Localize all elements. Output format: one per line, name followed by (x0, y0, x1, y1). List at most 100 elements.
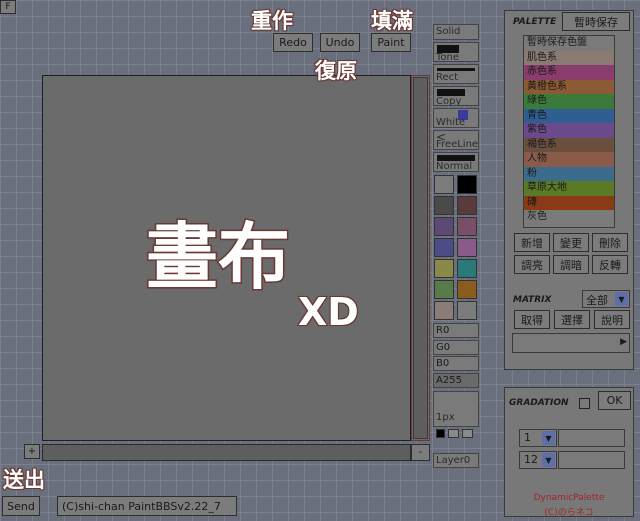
palette-item[interactable]: 人物 (524, 152, 614, 167)
file-button[interactable]: F (0, 0, 16, 14)
annotation-undo: 復原 (314, 58, 358, 84)
gradation-bar-1[interactable] (558, 429, 625, 447)
mask-gray[interactable] (448, 429, 459, 438)
vertical-scroll-thumb[interactable] (413, 77, 428, 439)
freeline-tool[interactable]: < FreeLine (433, 130, 479, 150)
color-swatch[interactable] (457, 259, 477, 278)
palette-item[interactable]: 灰色 (524, 210, 614, 225)
color-swatch[interactable] (457, 238, 477, 257)
undo-button[interactable]: Undo (320, 33, 360, 52)
layer-label: Layer0 (436, 455, 471, 466)
palette-action-button[interactable]: 調暗 (553, 255, 589, 274)
gradation-title: GRADATION (509, 398, 569, 408)
color-swatch[interactable] (457, 196, 477, 215)
gradation-select-2[interactable]: 12 ▼ (519, 451, 557, 469)
gradation-ok-button[interactable]: OK (598, 391, 631, 410)
palette-item[interactable]: 暫時保存色盤 (524, 36, 614, 51)
rect-tool-label: Rect (436, 72, 459, 83)
color-swatch[interactable] (457, 175, 477, 194)
annotation-fill: 填滿 (370, 8, 414, 34)
pen-size-label: 1px (436, 412, 455, 423)
annotation-redo: 重作 (250, 8, 294, 34)
matrix-scrollbar[interactable]: ▶ (512, 333, 630, 353)
gradation-checkbox[interactable] (579, 398, 590, 409)
white-tool-label: White (436, 117, 466, 128)
matrix-action-button[interactable]: 取得 (514, 310, 550, 329)
palette-item[interactable]: 磚 (524, 195, 614, 210)
matrix-select[interactable]: 全部 ▼ (582, 290, 630, 308)
alpha-slider[interactable]: A255 (433, 373, 479, 388)
color-swatch[interactable] (434, 259, 454, 278)
footer-line2: (C)のらネコ (544, 508, 594, 518)
color-swatch[interactable] (434, 196, 454, 215)
chevron-down-icon: ▼ (542, 453, 555, 467)
freeline-tool-label: FreeLine (436, 139, 479, 150)
color-swatch[interactable] (457, 301, 477, 320)
palette-item[interactable]: 紫色 (524, 123, 614, 138)
palette-item[interactable]: 褐色系 (524, 137, 614, 152)
palette-title: PALETTE (513, 17, 557, 27)
rect-tool[interactable]: Rect (433, 64, 479, 84)
color-swatch[interactable] (457, 217, 477, 236)
color-swatch[interactable] (457, 280, 477, 299)
palette-item[interactable]: 綠色 (524, 94, 614, 109)
pen-tone-label: Tone (436, 52, 460, 62)
copy-tool-label: Copy (436, 96, 462, 106)
copy-tool[interactable]: Copy (433, 86, 479, 106)
horizontal-scrollbar[interactable] (42, 444, 411, 461)
palette-action-button[interactable]: 反轉 (592, 255, 628, 274)
normal-mode-label: Normal (436, 161, 473, 172)
palette-item[interactable]: 青色 (524, 108, 614, 123)
pen-tone[interactable]: Tone (433, 42, 479, 62)
matrix-action-button[interactable]: 說明 (594, 310, 630, 329)
green-slider[interactable]: G0 (433, 340, 479, 355)
palette-action-button[interactable]: 刪除 (592, 233, 628, 252)
blue-slider[interactable]: B0 (433, 356, 479, 371)
gradation-select-1[interactable]: 1 ▼ (519, 429, 557, 447)
chevron-down-icon: ▼ (542, 431, 555, 445)
normal-mode[interactable]: Normal (433, 152, 479, 172)
mask-selector[interactable] (433, 428, 479, 440)
matrix-action-button[interactable]: 選擇 (554, 310, 590, 329)
white-tool[interactable]: White (433, 108, 479, 128)
annotation-send: 送出 (2, 467, 46, 493)
pen-size[interactable]: 1px (433, 391, 479, 427)
gradation-bar-2[interactable] (558, 451, 625, 469)
palette-list[interactable]: 暫時保存色盤 肌色系 赤色系 黃橙色系 綠色 青色 紫色 褐色系 人物粉草原大地磚灰色 (523, 35, 615, 228)
chevron-right-icon: ▶ (620, 337, 627, 347)
pen-solid[interactable]: Solid (433, 24, 479, 40)
annotation-xd: XD (297, 289, 360, 335)
send-button[interactable]: Send (2, 496, 40, 516)
color-swatch[interactable] (434, 217, 454, 236)
palette-save-button[interactable]: 暫時保存 (562, 12, 630, 31)
palette-action-button[interactable]: 變更 (553, 233, 589, 252)
palette-item[interactable]: 粉 (524, 166, 614, 181)
rect-preview (437, 68, 475, 71)
chevron-down-icon: ▼ (615, 292, 628, 306)
palette-item[interactable]: 肌色系 (524, 50, 614, 65)
palette-item[interactable]: 赤色系 (524, 65, 614, 80)
red-slider[interactable]: R0 (433, 323, 479, 338)
zoom-out-button[interactable]: - (411, 444, 430, 461)
mask-white[interactable] (462, 429, 473, 438)
redo-button[interactable]: Redo (273, 33, 313, 52)
color-swatch[interactable] (434, 280, 454, 299)
palette-item[interactable]: 草原大地 (524, 181, 614, 196)
gradation-select-1-value: 1 (524, 431, 531, 444)
copy-preview (437, 89, 465, 96)
color-swatch[interactable] (434, 238, 454, 257)
matrix-title: MATRIX (513, 295, 552, 305)
zoom-in-button[interactable]: + (24, 444, 40, 459)
color-swatch[interactable] (434, 301, 454, 320)
mask-black[interactable] (436, 429, 445, 438)
credit-label: (C)shi-chan PaintBBSv2.22_7 (57, 496, 237, 516)
layer-selector[interactable]: Layer0 (433, 453, 479, 468)
annotation-canvas: 畫布 (144, 214, 291, 301)
palette-item[interactable]: 黃橙色系 (524, 79, 614, 94)
palette-action-button[interactable]: 調亮 (514, 255, 550, 274)
color-swatch[interactable] (434, 175, 454, 194)
paint-button[interactable]: Paint (371, 33, 411, 52)
matrix-select-value: 全部 (586, 294, 608, 307)
footer-line1: DynamicPalette (533, 493, 605, 503)
palette-action-button[interactable]: 新增 (514, 233, 550, 252)
